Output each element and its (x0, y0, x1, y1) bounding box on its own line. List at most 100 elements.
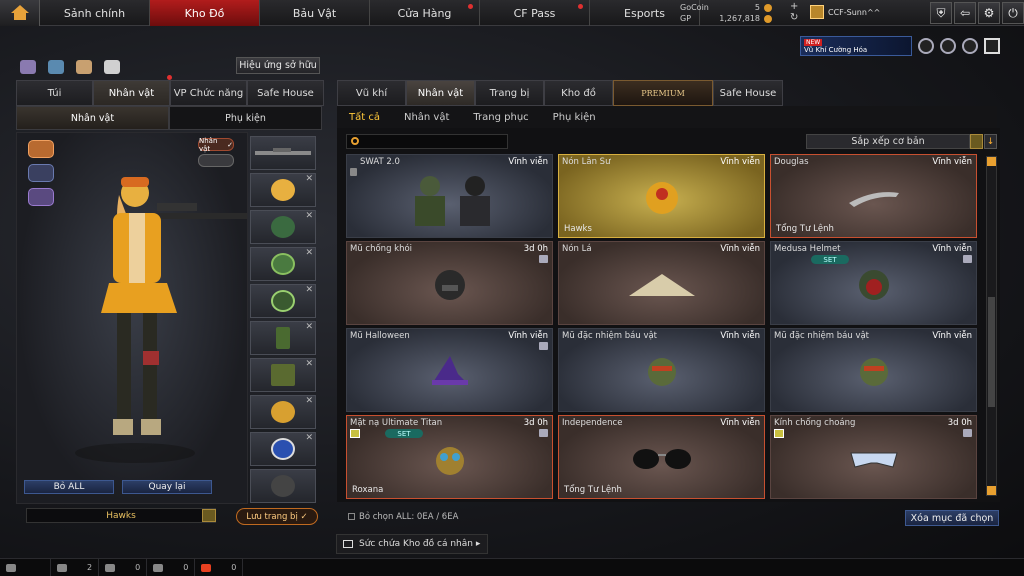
tab-label: Trang bị (489, 87, 530, 99)
tab-character[interactable]: Nhân vật (406, 80, 475, 106)
subtab-character[interactable]: Nhân vật (16, 106, 169, 130)
equipment-slot[interactable]: ✕ (250, 432, 316, 466)
invites-item[interactable]: 0 (99, 558, 148, 576)
tab-premium[interactable]: PREMIUM (613, 80, 713, 106)
event-icon[interactable] (984, 38, 1000, 54)
subtab-outfit[interactable]: Trang phục (461, 106, 540, 128)
shield-icon[interactable]: ⛨ (930, 2, 952, 24)
item-duration: 3d 0h (947, 418, 972, 428)
equipment-slot[interactable]: ✕ (250, 247, 316, 281)
scroll-down-icon[interactable] (987, 486, 996, 495)
subtab-accessory[interactable]: Phụ kiện (169, 106, 322, 130)
close-icon[interactable]: ✕ (305, 174, 313, 184)
equipment-slot[interactable]: ✕ (250, 210, 316, 244)
close-icon[interactable]: ✕ (305, 211, 313, 221)
tab-vp-function[interactable]: VP Chức năng (167, 75, 247, 106)
save-equipment-button[interactable]: Lưu trang bị ✓ (236, 508, 318, 525)
back-button[interactable]: Quay lại (122, 480, 212, 494)
ownership-effect-button[interactable]: Hiệu ứng sở hữu (236, 57, 320, 74)
item-card[interactable]: Mũ đặc nhiệm báu vật Vĩnh viễn (558, 328, 765, 412)
tab-safe-house[interactable]: Safe House (713, 80, 783, 106)
tab-equipment[interactable]: Trang bị (475, 80, 544, 106)
menu-item[interactable] (0, 558, 51, 576)
nav-tab-treasure[interactable]: Bảu Vật (260, 0, 370, 26)
gear-icon[interactable]: ⚙ (978, 2, 1000, 24)
filter-sprint-icon[interactable] (28, 140, 54, 158)
gifts-item[interactable]: 0 (195, 558, 244, 576)
nav-tab-cfpass[interactable]: CF Pass (480, 0, 590, 26)
item-scrollbar[interactable] (986, 156, 997, 496)
link-toggle[interactable] (198, 154, 234, 167)
rabbit-icon[interactable] (104, 60, 120, 74)
weapon-slot[interactable] (250, 136, 316, 170)
equipment-slot[interactable]: ✕ (250, 284, 316, 318)
event-icon[interactable] (918, 38, 934, 54)
equipment-slot[interactable]: ✕ (250, 173, 316, 207)
item-card[interactable]: Medusa Helmet Vĩnh viễn SET (770, 241, 977, 325)
search-input[interactable] (346, 134, 508, 149)
nav-tab-shop[interactable]: Cửa Hàng (370, 0, 480, 26)
delete-selected-button[interactable]: Xóa mục đã chọn (905, 510, 999, 526)
messages-item[interactable]: 0 (147, 558, 196, 576)
equipment-slot[interactable]: ✕ (250, 358, 316, 392)
tab-safe-house[interactable]: Safe House (247, 80, 324, 106)
equipment-slot[interactable]: ✕ (250, 321, 316, 355)
power-icon[interactable]: ⏻ (1002, 2, 1024, 24)
close-icon[interactable]: ✕ (305, 433, 313, 443)
equipment-slot[interactable]: ✕ (250, 395, 316, 429)
gift-box-icon[interactable] (20, 60, 36, 74)
subtab-character[interactable]: Nhân vật (392, 106, 461, 128)
character-name-field[interactable]: Hawks (26, 508, 216, 523)
character-badge[interactable]: Nhân vật ✓ (198, 137, 234, 153)
item-card[interactable]: Mũ chống khói 3d 0h (346, 241, 553, 325)
item-card[interactable]: Independence Vĩnh viễn Tổng Tư Lệnh (558, 415, 765, 499)
scroll-up-icon[interactable] (987, 157, 996, 166)
friends-item[interactable]: 2 (51, 558, 100, 576)
subtab-all[interactable]: Tất cả (337, 106, 392, 128)
selection-info[interactable]: Bỏ chọn ALL: 0EA / 6EA (348, 512, 458, 522)
equipment-slot-empty[interactable] (250, 469, 316, 503)
exit-icon[interactable]: ⇦ (954, 2, 976, 24)
tab-storage[interactable]: Kho đồ (544, 80, 613, 106)
save-equipment-label: Lưu trang bị (246, 511, 298, 522)
drop-all-button[interactable]: Bỏ ALL (24, 480, 114, 494)
user-info[interactable]: CCF-Sunn^^ (810, 5, 880, 19)
nav-tab-lobby[interactable]: Sảnh chính (40, 0, 150, 26)
filter-wing-icon[interactable] (28, 188, 54, 206)
add-currency-button[interactable]: + ↻ (790, 1, 798, 23)
close-icon[interactable]: ✕ (305, 396, 313, 406)
scroll-thumb[interactable] (988, 297, 995, 407)
close-icon[interactable]: ✕ (305, 285, 313, 295)
subtab-accessory[interactable]: Phụ kiện (541, 106, 608, 128)
item-card[interactable]: Nón Lân Sư Vĩnh viễn Hawks (558, 154, 765, 238)
close-icon[interactable]: ✕ (305, 322, 313, 332)
item-card[interactable]: Mặt nạ Ultimate Titan 3d 0h SET Roxana (346, 415, 553, 499)
promo-banner[interactable]: NEW Vũ Khí Cường Hóa (800, 36, 912, 56)
filter-link-icon[interactable] (28, 164, 54, 182)
sort-dropdown[interactable]: Sắp xếp cơ bản (806, 134, 970, 149)
item-card[interactable]: Kính chống choáng 3d 0h (770, 415, 977, 499)
item-card[interactable]: Mũ đặc nhiệm báu vật Vĩnh viễn (770, 328, 977, 412)
event-icon[interactable] (962, 38, 978, 54)
tab-weapon[interactable]: Vũ khí (337, 80, 406, 106)
tab-character[interactable]: Nhân vật (93, 80, 170, 106)
item-card[interactable]: SWAT 2.0 Vĩnh viễn (346, 154, 553, 238)
item-card[interactable]: Mũ Halloween Vĩnh viễn (346, 328, 553, 412)
item-name: Nón Lá (562, 244, 592, 254)
home-button[interactable] (0, 0, 40, 26)
nav-tab-inventory[interactable]: Kho Đồ (150, 0, 260, 26)
refresh-icon[interactable] (48, 60, 64, 74)
close-icon[interactable]: ✕ (305, 248, 313, 258)
tab-bag[interactable]: Túi (16, 80, 93, 106)
tab-label: PREMIUM (641, 88, 685, 98)
item-card[interactable]: Douglas Vĩnh viễn Tổng Tư Lệnh (770, 154, 977, 238)
item-card[interactable]: Nón Lá Vĩnh viễn (558, 241, 765, 325)
list-icon[interactable] (202, 509, 216, 522)
storage-capacity-button[interactable]: Sức chứa Kho đồ cá nhân ▸ (336, 534, 488, 554)
event-icon[interactable] (940, 38, 956, 54)
sort-direction-icon[interactable]: ↓ (984, 134, 997, 149)
list-view-icon[interactable] (970, 134, 983, 149)
close-icon[interactable]: ✕ (305, 359, 313, 369)
users-icon[interactable] (76, 60, 92, 74)
checkbox-icon[interactable] (348, 513, 355, 520)
